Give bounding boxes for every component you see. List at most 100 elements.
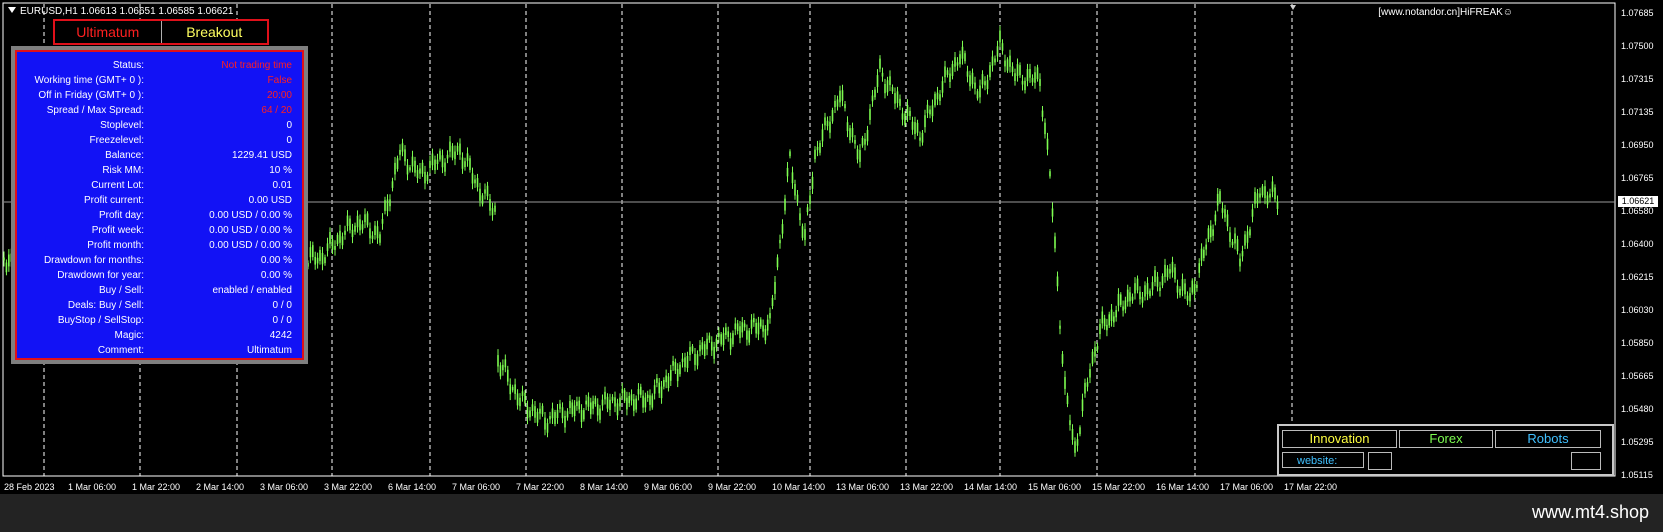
candle-body [642,395,644,408]
candle-body [1226,214,1229,227]
panel-row-value: Not trading time [221,60,292,71]
candle-body [364,214,366,223]
candle-body [596,404,599,416]
candle-body [1071,429,1074,440]
candle-body [409,167,411,171]
candle-body [1094,347,1096,357]
candle-body [599,408,601,420]
candle-body [722,333,725,345]
candle-body [971,72,974,85]
candle-body [309,247,312,258]
candle-body [628,396,631,404]
candle-body [979,85,981,98]
candle-body [1079,427,1081,435]
candle-body [1184,283,1186,295]
candle-body [896,91,899,104]
panel-row-label: Balance: [105,150,144,161]
candle-body [580,410,583,423]
candle-body [1189,293,1191,302]
candle-body [1129,292,1131,302]
panel-row: Profit month: 0.00 USD / 0.00 % [17,238,302,253]
time-axis-label: 15 Mar 06:00 [1028,482,1082,492]
candle-body [379,234,381,243]
candle-body [3,257,5,261]
candle-body [394,162,396,175]
candle-body [1016,64,1019,77]
price-axis-label: 1.06030 [1621,305,1654,315]
candle-body [1014,73,1016,81]
candle-body [854,139,856,144]
candle-body [494,205,496,212]
candle-body [569,400,571,409]
candle-body [566,411,569,418]
candle-body [974,82,976,89]
candle-body [1049,171,1051,177]
price-axis-label: 1.07315 [1621,74,1654,84]
candle-body [1149,290,1151,297]
candle-body [1009,55,1011,67]
candle-body [351,229,354,238]
panel-row: Working time (GMT+ 0 ): False [17,73,302,88]
candle-body [886,80,889,93]
dropdown-arrow-icon[interactable] [8,7,16,13]
candle-body [571,402,574,415]
candle-body [1061,354,1064,364]
candle-body [633,399,635,411]
panel-row-value: 1229.41 USD [231,150,292,161]
candle-body [344,230,346,235]
candle-body [1214,214,1217,222]
panel-row-label: Working time (GMT+ 0 ): [34,75,144,86]
candle-body [1011,66,1014,73]
candle-body [1161,276,1164,286]
tab-breakout[interactable]: Breakout [160,21,268,43]
candle-body [554,412,556,424]
panel-row: BuyStop / SellStop: 0 / 0 [17,313,302,328]
candle-body [439,150,441,160]
candle-body [771,298,774,307]
tab-ultimatum[interactable]: Ultimatum [55,21,161,43]
footer-site[interactable]: www.mt4.shop [1532,502,1649,523]
candle-body [804,229,806,240]
candle-body [376,226,379,239]
symbol-header[interactable]: EURUSD,H1 1.06613 1.06651 1.06585 1.0662… [8,6,234,17]
panel-row-value: 0.00 USD / 0.00 % [209,210,292,221]
candle-body [1074,441,1076,453]
candle-body [686,355,689,368]
candle-body [384,200,386,211]
time-axis-label: 9 Mar 06:00 [644,482,693,492]
candle-body [701,342,704,350]
time-axis-label: 3 Mar 06:00 [260,482,309,492]
candle-body [674,362,677,371]
panel-row: Profit current: 0.00 USD [17,193,302,208]
candle-body [312,245,314,258]
candle-body [611,396,614,401]
candle-body [1051,208,1054,217]
candle-body [762,325,764,332]
candle-body [909,110,911,117]
candle-body [1064,376,1066,389]
shift-marker-icon[interactable] [1290,5,1296,10]
candle-body [660,386,663,399]
candle-body [461,157,464,169]
candle-body [319,249,321,262]
candle-body [644,397,647,408]
candle-body [366,213,369,226]
candle-body [824,117,826,126]
ea-info-panel: Status: Not trading time Working time (GMT… [11,46,308,364]
candle-body [1069,420,1071,426]
candle-body [374,225,376,236]
candle-body [914,122,916,135]
candle-body [736,323,739,331]
candle-body [559,403,561,409]
panel-row: Comment: Ultimatum [17,343,302,358]
candle-body [316,257,319,264]
candle-body [727,331,730,338]
candle-body [489,198,491,211]
panel-row-label: Buy / Sell: [98,285,144,296]
candle-body [859,150,861,162]
candle-body [851,128,854,138]
candle-body [784,198,786,211]
candle-body [361,224,364,230]
candle-body [1117,293,1120,306]
candle-body [889,76,891,86]
